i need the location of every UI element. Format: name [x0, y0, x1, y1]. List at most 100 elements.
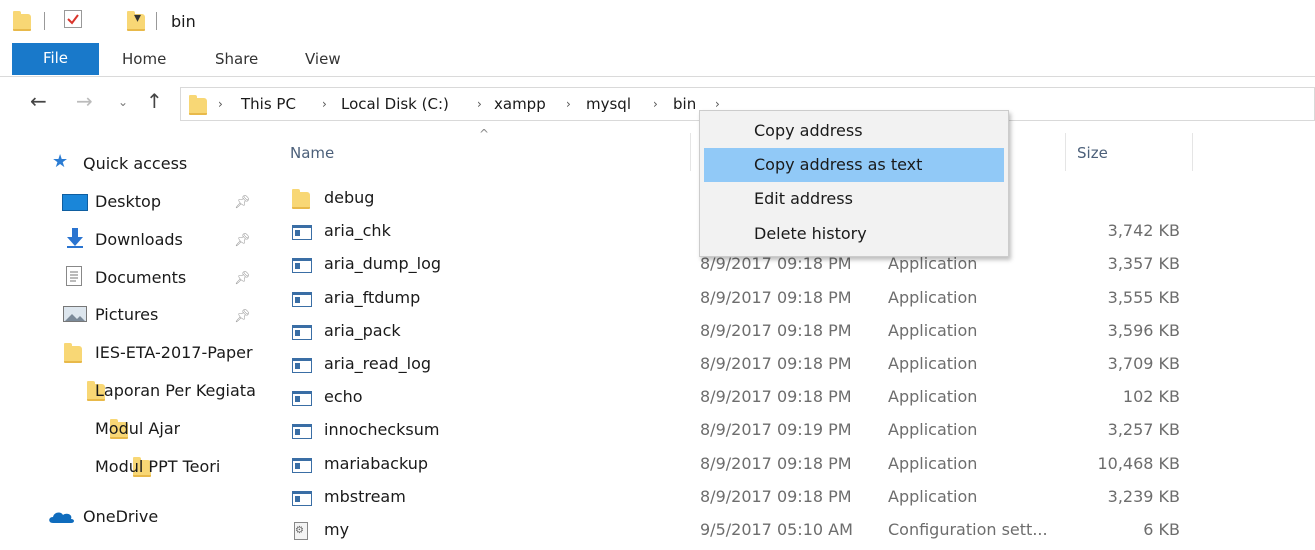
ribbon-divider — [0, 76, 1315, 77]
file-size: 3,742 KB — [1107, 221, 1180, 240]
application-icon — [292, 258, 312, 273]
table-row[interactable]: my 9/5/2017 05:10 AM Configuration sett...… — [280, 516, 1200, 546]
tab-share[interactable]: Share — [215, 50, 258, 68]
file-name: aria_dump_log — [324, 254, 442, 273]
file-name: mariabackup — [324, 454, 429, 473]
file-date-modified: 8/9/2017 09:18 PM — [700, 387, 852, 406]
navigation-pane: ★ Quick access Desktop 📌︎ Downloads 📌︎ D… — [0, 140, 262, 550]
star-icon: ★ — [52, 151, 69, 172]
file-date-modified: 8/9/2017 09:19 PM — [700, 420, 852, 439]
file-name: echo — [324, 387, 363, 406]
file-date-modified: 8/9/2017 09:18 PM — [700, 354, 852, 373]
tab-home[interactable]: Home — [122, 50, 166, 68]
application-icon — [292, 391, 312, 406]
chevron-right-icon[interactable]: › — [322, 97, 327, 111]
chevron-right-icon: › — [218, 97, 223, 111]
qat-separator — [156, 12, 157, 30]
back-button[interactable]: ← — [30, 89, 47, 113]
folder-icon — [13, 11, 31, 31]
menu-item-copy-address-as-text[interactable]: Copy address as text — [704, 148, 1004, 182]
column-separator[interactable] — [1192, 133, 1193, 171]
documents-icon — [66, 266, 82, 286]
file-size: 3,596 KB — [1107, 321, 1180, 340]
sidebar-item-desktop[interactable]: Desktop — [95, 192, 161, 211]
file-size: 6 KB — [1143, 520, 1180, 539]
file-type: Application — [888, 420, 978, 439]
file-type: Application — [888, 354, 978, 373]
file-type: Application — [888, 387, 978, 406]
file-name: aria_chk — [324, 221, 391, 240]
breadcrumb-mysql[interactable]: mysql — [586, 95, 631, 113]
customize-qat-icon[interactable]: ▾ — [134, 10, 141, 26]
table-row[interactable]: mbstream 8/9/2017 09:18 PM Application 3,23… — [280, 483, 1200, 513]
file-name: aria_ftdump — [324, 288, 421, 307]
window-title: bin — [171, 12, 196, 31]
pin-icon[interactable]: 📌︎ — [234, 271, 251, 286]
sidebar-item-modul-ppt-teori[interactable]: Modul PPT Teori — [95, 457, 220, 476]
file-type: Application — [888, 454, 978, 473]
pin-icon[interactable]: 📌︎ — [234, 309, 251, 324]
pictures-icon — [63, 306, 87, 322]
breadcrumb-local-disk[interactable]: Local Disk (C:) — [341, 95, 449, 113]
file-date-modified: 8/9/2017 09:18 PM — [700, 454, 852, 473]
column-separator[interactable] — [1065, 133, 1066, 171]
breadcrumb-xampp[interactable]: xampp — [494, 95, 546, 113]
pin-icon[interactable]: 📌︎ — [234, 195, 251, 210]
tab-file[interactable]: File — [12, 43, 99, 75]
properties-icon[interactable] — [64, 10, 82, 28]
column-separator[interactable] — [690, 133, 691, 171]
application-icon — [292, 424, 312, 439]
chevron-right-icon[interactable]: › — [566, 97, 571, 111]
table-row[interactable]: aria_read_log 8/9/2017 09:18 PM Applicatio… — [280, 350, 1200, 380]
table-row[interactable]: aria_ftdump 8/9/2017 09:18 PM Application 3… — [280, 284, 1200, 314]
table-row[interactable]: aria_pack 8/9/2017 09:18 PM Application 3,5… — [280, 317, 1200, 347]
file-name: innochecksum — [324, 420, 440, 439]
file-size: 102 KB — [1122, 387, 1180, 406]
file-type: Application — [888, 288, 978, 307]
chevron-right-icon[interactable]: › — [653, 97, 658, 111]
file-date-modified: 8/9/2017 09:18 PM — [700, 288, 852, 307]
file-name: aria_pack — [324, 321, 401, 340]
file-size: 3,257 KB — [1107, 420, 1180, 439]
application-icon — [292, 292, 312, 307]
sidebar-item-onedrive[interactable]: OneDrive — [83, 507, 158, 526]
file-date-modified: 9/5/2017 05:10 AM — [700, 520, 853, 539]
application-icon — [292, 491, 312, 506]
table-row[interactable]: mariabackup 8/9/2017 09:18 PM Application 1… — [280, 450, 1200, 480]
address-context-menu: Copy address Copy address as text Edit a… — [699, 110, 1009, 257]
file-date-modified: 8/9/2017 09:18 PM — [700, 321, 852, 340]
tab-view[interactable]: View — [305, 50, 341, 68]
breadcrumb-this-pc[interactable]: This PC — [241, 95, 296, 113]
pin-icon[interactable]: 📌︎ — [234, 233, 251, 248]
sidebar-item-downloads[interactable]: Downloads — [95, 230, 183, 249]
file-name: mbstream — [324, 487, 406, 506]
sidebar-item-laporan-per-kegiata[interactable]: Laporan Per Kegiata — [95, 381, 259, 400]
breadcrumb-bin[interactable]: bin — [673, 95, 696, 113]
chevron-right-icon[interactable]: › — [715, 97, 720, 111]
folder-icon — [189, 95, 207, 115]
folder-icon — [64, 343, 82, 363]
menu-item-delete-history[interactable]: Delete history — [704, 217, 1004, 251]
sidebar-item-pictures[interactable]: Pictures — [95, 305, 158, 324]
sidebar-item-documents[interactable]: Documents — [95, 268, 186, 287]
forward-button[interactable]: → — [76, 89, 93, 113]
file-name: debug — [324, 188, 375, 207]
recent-locations-icon[interactable]: ⌄ — [118, 95, 128, 109]
file-name: my — [324, 520, 350, 539]
column-header-size[interactable]: Size — [1077, 144, 1108, 162]
chevron-right-icon[interactable]: › — [477, 97, 482, 111]
table-row[interactable]: echo 8/9/2017 09:18 PM Application 102 KB — [280, 383, 1200, 413]
file-size: 3,555 KB — [1107, 288, 1180, 307]
sidebar-item-modul-ajar[interactable]: Modul Ajar — [95, 419, 180, 438]
up-button[interactable]: ↑ — [146, 89, 163, 113]
column-header-name[interactable]: Name — [290, 144, 334, 162]
application-icon — [292, 325, 312, 340]
table-row[interactable]: innochecksum 8/9/2017 09:19 PM Application… — [280, 416, 1200, 446]
menu-item-edit-address[interactable]: Edit address — [704, 182, 1004, 216]
folder-icon — [292, 189, 310, 209]
menu-item-copy-address[interactable]: Copy address — [704, 114, 1004, 148]
application-icon — [292, 225, 312, 240]
sidebar-item-ies-eta-2017-paper[interactable]: IES-ETA-2017-Paper — [95, 343, 259, 362]
sidebar-item-quick-access[interactable]: Quick access — [83, 154, 187, 173]
file-size: 3,357 KB — [1107, 254, 1180, 273]
